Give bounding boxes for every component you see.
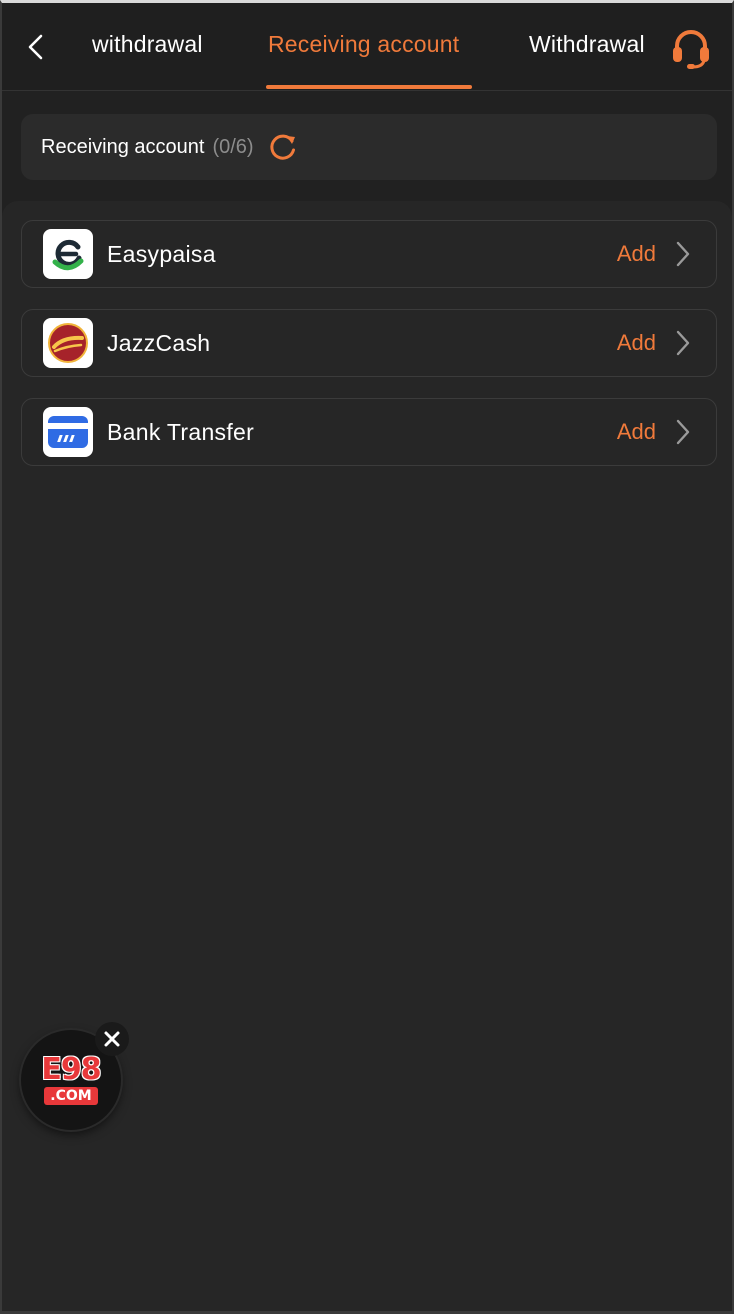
app-frame: withdrawal Receiving account Withdrawal … xyxy=(0,0,734,1314)
add-bank-transfer-button[interactable]: Add xyxy=(617,419,656,445)
back-button[interactable] xyxy=(18,27,54,67)
refresh-button[interactable] xyxy=(268,132,298,162)
method-name: Bank Transfer xyxy=(107,418,255,445)
tab-withdrawal-records[interactable]: Withdrawal xyxy=(529,31,645,58)
active-tab-indicator xyxy=(266,85,472,89)
method-row-bank-transfer[interactable]: Bank Transfer Add xyxy=(21,398,717,466)
method-name: Easypaisa xyxy=(107,240,216,267)
jazzcash-logo-icon xyxy=(43,318,93,368)
tab-receiving-account[interactable]: Receiving account xyxy=(268,31,459,58)
add-jazzcash-button[interactable]: Add xyxy=(617,330,656,356)
chevron-right-icon xyxy=(672,239,694,269)
badge-domain-text: .COM xyxy=(44,1087,98,1105)
summary-label: Receiving account xyxy=(41,135,205,158)
chevron-left-icon xyxy=(28,34,43,60)
method-row-jazzcash[interactable]: JazzCash Add xyxy=(21,309,717,377)
method-name: JazzCash xyxy=(107,329,211,356)
receiving-account-summary: Receiving account (0/6) xyxy=(21,114,717,180)
chevron-right-icon xyxy=(672,328,694,358)
chevron-right-icon xyxy=(672,417,694,447)
close-badge-button[interactable] xyxy=(95,1022,129,1056)
close-icon xyxy=(104,1031,120,1047)
method-row-easypaisa[interactable]: Easypaisa Add xyxy=(21,220,717,288)
bank-card-icon xyxy=(43,407,93,457)
refresh-icon xyxy=(269,134,295,160)
easypaisa-logo-icon xyxy=(43,229,93,279)
add-easypaisa-button[interactable]: Add xyxy=(617,241,656,267)
top-nav: withdrawal Receiving account Withdrawal xyxy=(2,3,732,91)
headset-icon xyxy=(673,30,709,69)
tab-withdrawal[interactable]: withdrawal xyxy=(92,31,203,58)
badge-logo-text: E98 xyxy=(41,1052,101,1087)
account-count: (0/6) xyxy=(212,135,254,158)
customer-support-button[interactable] xyxy=(667,27,715,71)
